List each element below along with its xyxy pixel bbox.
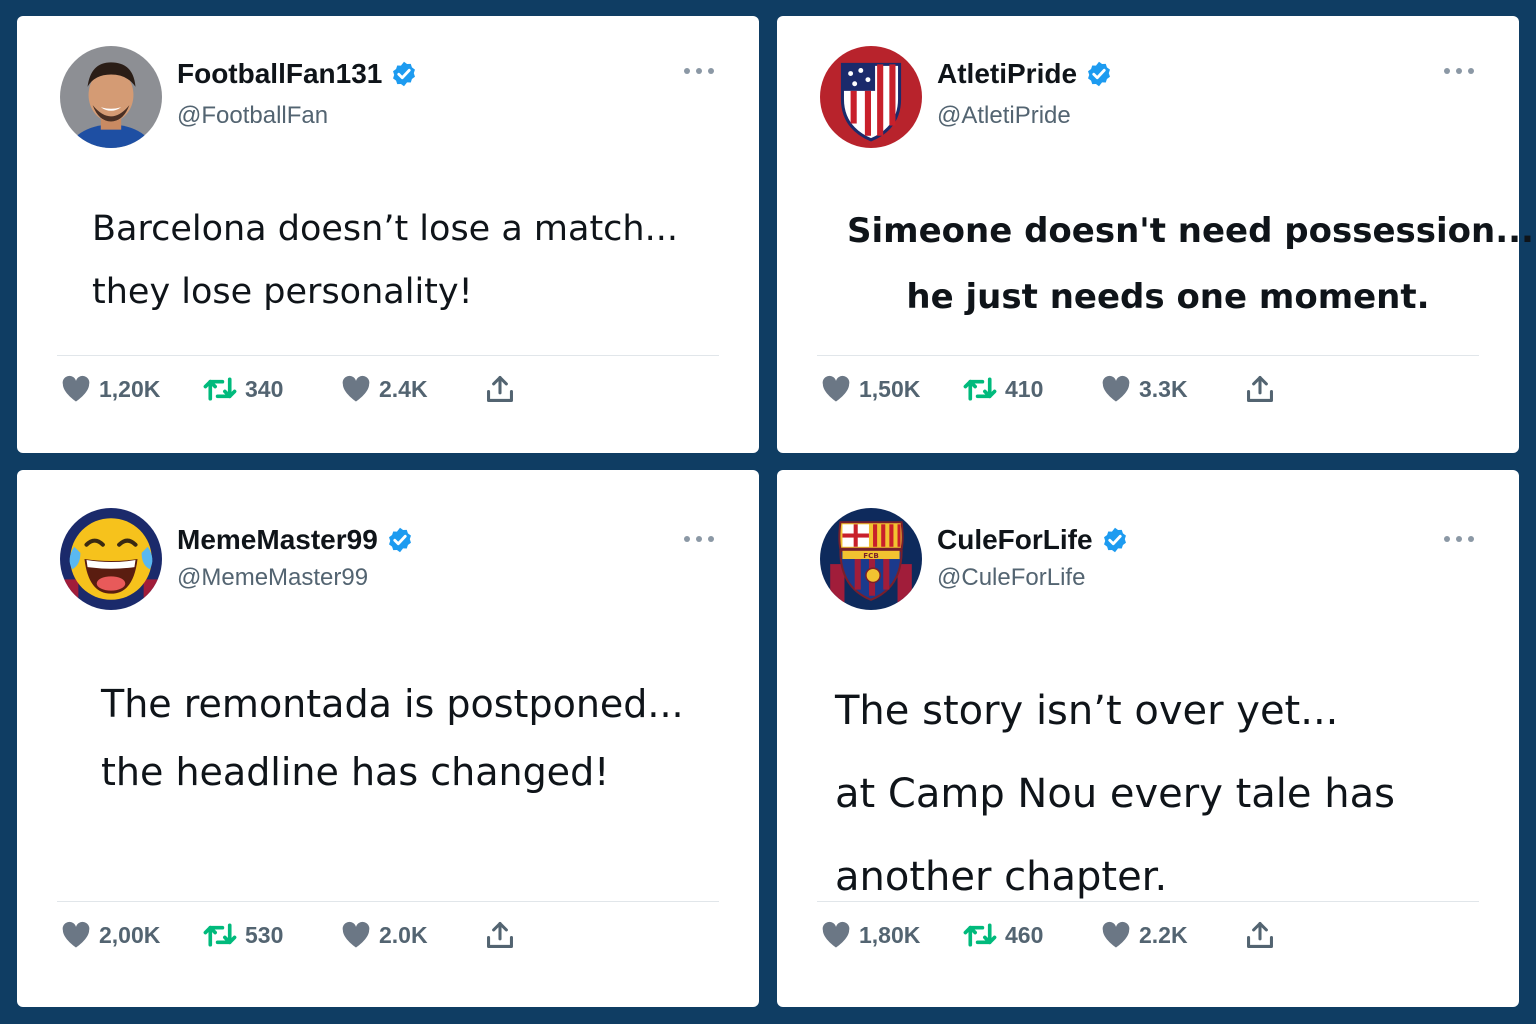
tweet-card[interactable]: MemeMaster99 @MemeMaster99 The remontada…	[17, 470, 759, 1007]
retweet-button[interactable]: 340	[203, 375, 341, 403]
action-bar: 1,50K 410 3.3K	[821, 375, 1284, 403]
tweet-text: Simeone doesn't need possession... he ju…	[847, 198, 1534, 330]
more-options-icon[interactable]	[1443, 66, 1475, 76]
tweet-card[interactable]: AtletiPride @AtletiPride Simeone doesn't…	[777, 16, 1534, 453]
like-count: 2.2K	[1139, 921, 1188, 948]
like-button[interactable]: 1,20K	[61, 375, 203, 403]
display-name[interactable]: CuleForLife	[937, 524, 1093, 556]
like-button[interactable]: 1,80K	[821, 921, 963, 949]
like-count: 2,00K	[99, 921, 161, 948]
handle[interactable]: @FootballFan	[177, 102, 328, 130]
avatar[interactable]	[820, 46, 922, 148]
tweet-text: The story isn’t over yet... at Camp Nou …	[835, 670, 1489, 919]
handle[interactable]: @AtletiPride	[937, 102, 1071, 130]
tweet-line: The remontada is postponed...	[101, 682, 684, 726]
display-name[interactable]: FootballFan131	[177, 58, 382, 90]
heart-icon	[62, 375, 90, 402]
like-button[interactable]: 3.3K	[1101, 375, 1244, 403]
retweet-count: 410	[1005, 375, 1044, 402]
retweet-icon	[203, 377, 237, 401]
like-count: 1,20K	[99, 375, 161, 402]
laughing-emoji-icon	[60, 508, 162, 610]
share-button[interactable]	[484, 375, 524, 403]
like-button[interactable]: 2.0K	[341, 921, 484, 949]
divider	[817, 355, 1479, 356]
like-button[interactable]: 2.2K	[1101, 921, 1244, 949]
action-bar: 1,20K 340 2.4K	[61, 375, 524, 403]
verified-badge-icon	[388, 527, 411, 553]
barcelona-crest-icon: FCB	[820, 508, 922, 610]
avatar[interactable]	[60, 46, 162, 148]
like-count: 2.0K	[379, 921, 428, 948]
more-options-icon[interactable]	[1443, 534, 1475, 544]
verified-badge-icon	[1103, 527, 1126, 553]
display-name[interactable]: MemeMaster99	[177, 524, 378, 556]
handle[interactable]: @CuleForLife	[937, 564, 1085, 592]
share-icon	[1247, 922, 1273, 948]
tweet-card[interactable]: FootballFan131 @FootballFan Barcelona do…	[17, 16, 759, 453]
heart-icon	[1102, 375, 1130, 402]
tweet-line: another chapter.	[835, 854, 1168, 900]
tweet-line: the headline has changed!	[101, 750, 610, 794]
tweet-line: at Camp Nou every tale has	[835, 771, 1395, 817]
heart-icon	[62, 921, 90, 948]
more-options-icon[interactable]	[683, 66, 715, 76]
tweet-line: Simeone doesn't need possession...	[847, 211, 1534, 251]
share-button[interactable]	[1244, 375, 1284, 403]
like-button[interactable]: 2,00K	[61, 921, 203, 949]
handle[interactable]: @MemeMaster99	[177, 564, 368, 592]
avatar[interactable]	[60, 508, 162, 610]
player-photo-icon	[60, 46, 162, 148]
action-bar: 2,00K 530 2.0K	[61, 921, 524, 949]
avatar[interactable]: FCB	[820, 508, 922, 610]
heart-icon	[822, 921, 850, 948]
divider	[57, 355, 719, 356]
like-count: 1,50K	[859, 375, 921, 402]
tweet-line: he just needs one moment.	[906, 277, 1430, 317]
like-count: 3.3K	[1139, 375, 1188, 402]
share-icon	[487, 376, 513, 402]
heart-icon	[342, 375, 370, 402]
divider	[817, 901, 1479, 902]
like-count: 1,80K	[859, 921, 921, 948]
display-name[interactable]: AtletiPride	[937, 58, 1077, 90]
action-bar: 1,80K 460 2.2K	[821, 921, 1284, 949]
like-count: 2.4K	[379, 375, 428, 402]
retweet-button[interactable]: 530	[203, 921, 341, 949]
heart-icon	[822, 375, 850, 402]
share-button[interactable]	[1244, 921, 1284, 949]
tweet-line: The story isn’t over yet...	[835, 688, 1339, 734]
tweet-line: Barcelona doesn’t lose a match...	[92, 209, 678, 249]
verified-badge-icon	[1088, 61, 1110, 87]
retweet-count: 460	[1005, 921, 1044, 948]
tweet-text: Barcelona doesn’t lose a match... they l…	[92, 198, 729, 324]
retweet-button[interactable]: 410	[963, 375, 1101, 403]
heart-icon	[1102, 921, 1130, 948]
share-icon	[487, 922, 513, 948]
tweet-card[interactable]: FCB CuleForLife @CuleForLife The story i…	[777, 470, 1519, 1007]
divider	[57, 901, 719, 902]
retweet-count: 340	[245, 375, 284, 402]
retweet-button[interactable]: 460	[963, 921, 1101, 949]
like-button[interactable]: 1,50K	[821, 375, 963, 403]
more-options-icon[interactable]	[683, 534, 715, 544]
heart-icon	[342, 921, 370, 948]
tweet-text: The remontada is postponed... the headli…	[101, 670, 729, 806]
retweet-icon	[963, 923, 997, 947]
svg-text:FCB: FCB	[863, 551, 879, 560]
tweet-line: they lose personality!	[92, 272, 473, 312]
verified-badge-icon	[393, 61, 416, 87]
retweet-icon	[963, 377, 997, 401]
share-button[interactable]	[484, 921, 524, 949]
retweet-icon	[203, 923, 237, 947]
share-icon	[1247, 376, 1273, 402]
retweet-count: 530	[245, 921, 284, 948]
atletico-crest-icon	[820, 46, 922, 148]
like-button[interactable]: 2.4K	[341, 375, 484, 403]
